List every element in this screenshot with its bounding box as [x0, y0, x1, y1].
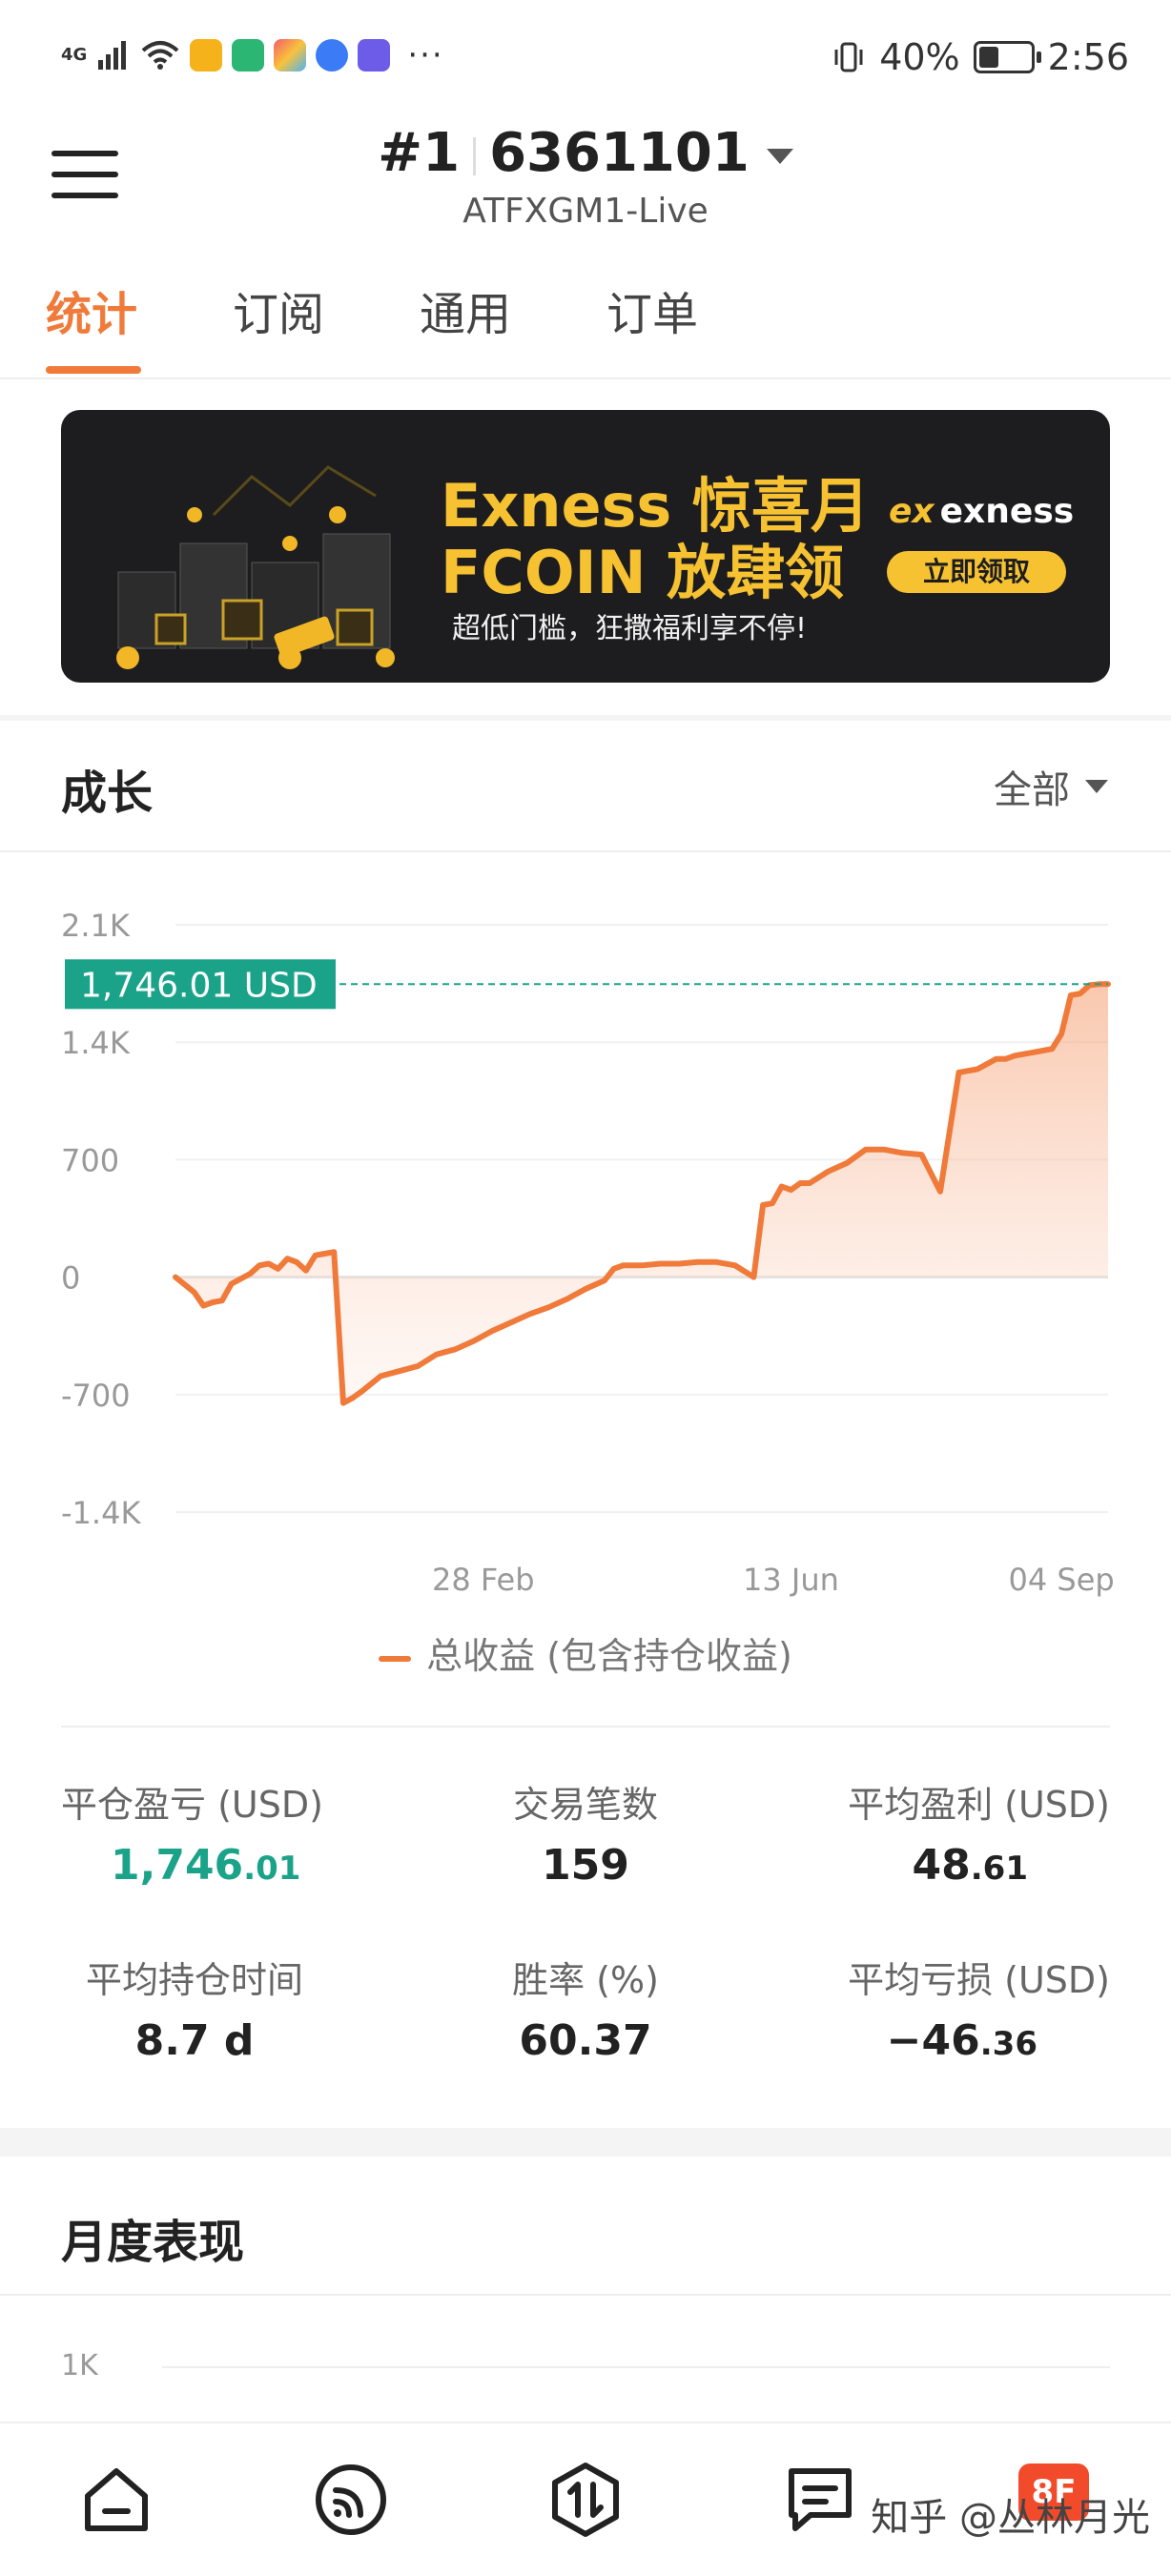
music-app-icon — [316, 39, 349, 72]
y-tick-label: 2.1K — [61, 908, 131, 944]
stat-value: 159 — [395, 1841, 776, 1890]
growth-title: 成长 — [61, 767, 154, 820]
claim-now-button[interactable]: 立即领取 — [887, 551, 1066, 593]
growth-header-divider — [0, 850, 1171, 852]
tab-general[interactable]: 通用 — [420, 276, 511, 343]
stat-avg-loss: 平均亏损 (USD) −46.36 — [729, 1951, 1110, 2065]
stat-value-int: 48 — [912, 1841, 971, 1890]
banner-subtitle: 超低门槛，狂撒福利享不停! — [452, 612, 808, 645]
gift-bags-illustration — [116, 465, 395, 669]
status-bar-left: 4G ··· — [61, 36, 444, 74]
stat-label: 平均亏损 (USD) — [848, 1959, 1110, 2001]
stat-avg-hold-time: 平均持仓时间 8.7 d — [4, 1951, 385, 2065]
stat-value: 8.7 d — [4, 2016, 385, 2065]
current-value-label: 1,746.01 USD — [80, 966, 318, 1005]
battery-icon — [973, 41, 1041, 73]
x-tick-label: 28 Feb — [432, 1562, 535, 1598]
app-header: #1 6361101 ATFXGM1-Live — [0, 114, 1171, 238]
caret-down-icon — [1085, 780, 1108, 793]
stat-label: 胜率 (%) — [512, 1959, 659, 2001]
y-tick-label: -700 — [61, 1378, 131, 1414]
account-selector[interactable]: #1 6361101 ATFXGM1-Live — [0, 122, 1171, 231]
stat-trade-count: 交易笔数 159 — [395, 1775, 776, 1890]
stat-label: 平均持仓时间 — [85, 1959, 303, 2001]
stat-value-int: 159 — [542, 1841, 629, 1890]
exness-logo-text: exness — [939, 492, 1075, 531]
series-area — [175, 984, 1108, 1403]
status-bar: 4G ··· 40% 2:56 — [0, 0, 1171, 114]
y-tick-label: 0 — [61, 1260, 80, 1297]
range-filter-label: 全部 — [994, 768, 1070, 812]
tab-subscription[interactable]: 订阅 — [233, 276, 324, 343]
network-indicator: 4G — [61, 45, 88, 65]
server-name: ATFXGM1-Live — [462, 192, 709, 231]
monthly-header-divider — [0, 2294, 1171, 2296]
monthly-y-axis-label: 1K — [61, 2349, 98, 2382]
paint-app-icon — [274, 39, 307, 72]
monthly-gridline — [162, 2366, 1110, 2368]
tab-statistics[interactable]: 统计 — [46, 276, 137, 343]
tab-orders[interactable]: 订单 — [606, 276, 698, 343]
legend-swatch — [379, 1655, 412, 1662]
monthly-title: 月度表现 — [61, 2216, 245, 2269]
legend-label: 总收益 (包含持仓收益) — [426, 1635, 792, 1677]
stat-value-int: 60.37 — [519, 2016, 652, 2065]
stat-value-int: 8.7 d — [134, 2016, 255, 2065]
stat-win-rate: 胜率 (%) 60.37 — [395, 1951, 776, 2065]
stat-value-dec: .36 — [979, 2025, 1037, 2063]
signals-icon[interactable] — [313, 2462, 389, 2538]
range-filter[interactable]: 全部 — [994, 759, 1108, 814]
exness-logo-mark: ex — [889, 492, 935, 531]
caret-down-icon[interactable] — [766, 148, 793, 164]
banner-title-line2: FCOIN 放肆领 — [441, 538, 845, 607]
exness-logo: ex exness — [889, 492, 1074, 531]
y-tick-label: 700 — [61, 1142, 119, 1178]
tab-indicator — [46, 366, 141, 374]
vibrate-icon — [834, 42, 863, 72]
account-prefix: #1 — [378, 122, 461, 184]
y-tick-label: -1.4K — [61, 1495, 141, 1531]
stats-divider — [61, 1726, 1110, 1728]
home-icon[interactable] — [78, 2462, 154, 2538]
growth-chart[interactable]: 2.1K 1.4K 700 0 -700 -1.4K 28 Feb 13 Jun 04 Sep 1… — [0, 887, 1171, 1611]
stat-label: 交易笔数 — [512, 1784, 658, 1826]
account-number: 6361101 — [489, 122, 750, 184]
stat-label: 平仓盈亏 (USD) — [61, 1784, 323, 1826]
tab-bar: 统计 订阅 通用 订单 — [0, 248, 1171, 379]
chart-legend[interactable]: 总收益 (包含持仓收益) — [0, 1626, 1171, 1679]
stat-value-int: 1,746 — [111, 1841, 244, 1890]
stat-value-dec: .01 — [243, 1850, 301, 1888]
overflow-icon: ··· — [407, 36, 444, 74]
stat-closed-pnl: 平仓盈亏 (USD) 1,746.01 — [61, 1775, 442, 1890]
clock: 2:56 — [1047, 36, 1129, 78]
stat-value: 60.37 — [395, 2016, 776, 2065]
stat-value: −46.36 — [729, 2016, 1110, 2065]
stat-value: 1,746.01 — [61, 1841, 442, 1890]
trade-icon[interactable] — [547, 2462, 624, 2538]
mail-app-icon — [190, 39, 223, 72]
stat-label: 平均盈利 (USD) — [848, 1784, 1110, 1826]
messages-icon[interactable] — [782, 2462, 858, 2538]
section-divider — [0, 715, 1171, 721]
x-tick-label: 13 Jun — [743, 1562, 839, 1598]
watermark: 知乎 @丛林月光 — [871, 2496, 1150, 2540]
promo-banner[interactable]: Exness 惊喜月 FCOIN 放肆领 超低门槛，狂撒福利享不停! ex exn… — [61, 410, 1110, 683]
stat-value: 48.61 — [729, 1841, 1110, 1890]
y-tick-label: 1.4K — [61, 1025, 131, 1061]
status-bar-right: 40% 2:56 — [832, 36, 1129, 78]
stat-avg-profit: 平均盈利 (USD) 48.61 — [729, 1775, 1110, 1890]
home-app-icon — [232, 39, 265, 72]
wifi-icon — [141, 41, 179, 70]
battery-percent: 40% — [879, 36, 960, 78]
stat-value-dec: .61 — [970, 1850, 1028, 1888]
x-tick-label: 04 Sep — [1008, 1562, 1114, 1598]
stat-value-int: −46 — [886, 2016, 980, 2065]
section-divider — [0, 2128, 1171, 2157]
account-separator — [473, 136, 477, 175]
education-app-icon — [358, 39, 391, 72]
signal-icon — [98, 41, 127, 70]
